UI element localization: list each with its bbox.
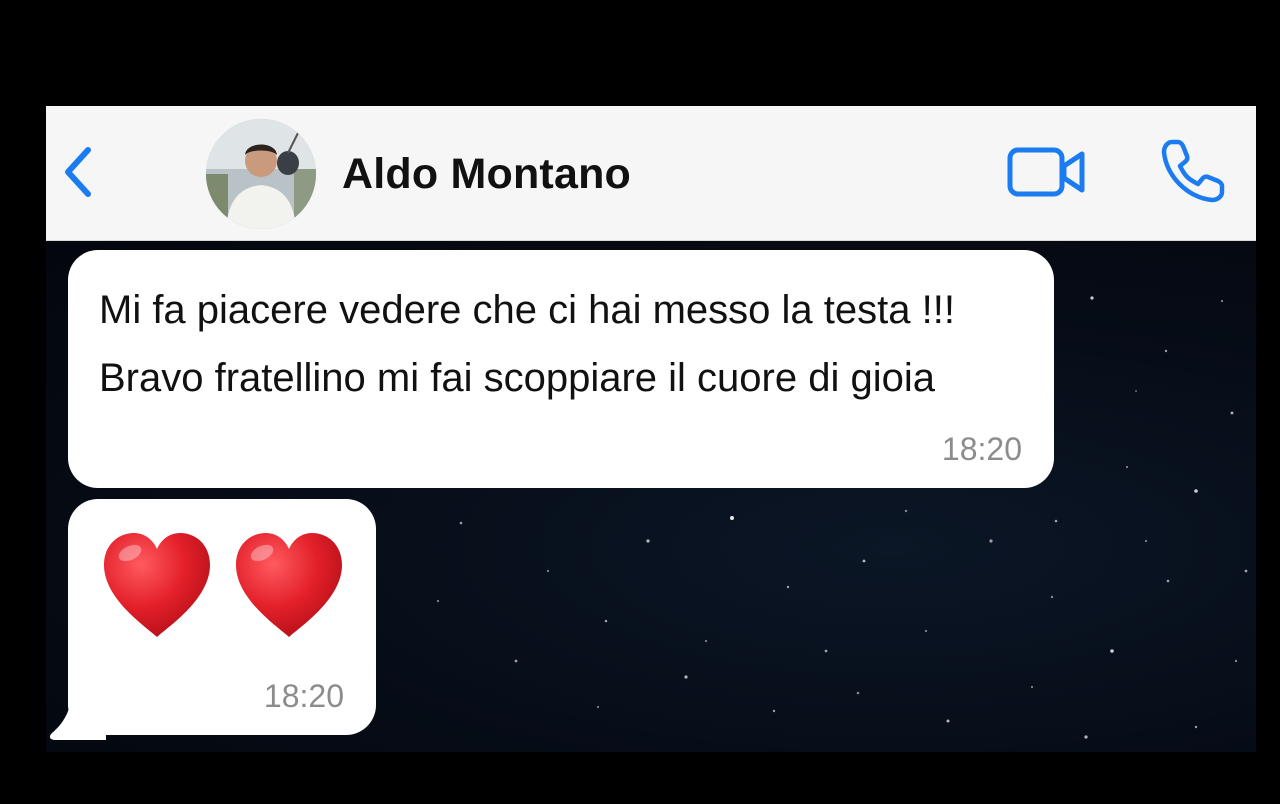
avatar[interactable] <box>206 119 316 229</box>
heart-icon <box>104 533 210 637</box>
avatar-photo <box>206 119 316 229</box>
message-area[interactable]: Mi fa piacere vedere che ci hai messo la… <box>46 241 1256 752</box>
video-camera-icon[interactable] <box>1006 144 1088 200</box>
message-text: Mi fa piacere vedere che ci hai messo la… <box>99 288 955 400</box>
message-timestamp: 18:20 <box>941 431 1022 467</box>
hearts-emoji <box>104 533 342 637</box>
contact-name[interactable]: Aldo Montano <box>342 150 631 199</box>
message-bubble[interactable]: 18:20 <box>68 499 376 735</box>
message-bubble[interactable]: Mi fa piacere vedere che ci hai messo la… <box>68 250 1054 488</box>
phone-icon[interactable] <box>1158 136 1228 206</box>
message-timestamp: 18:20 <box>263 678 344 714</box>
chevron-left-icon[interactable] <box>58 142 98 202</box>
chat-window: Aldo Montano Mi fa piacere vedere che ci… <box>46 106 1256 752</box>
chat-header: Aldo Montano <box>46 106 1256 241</box>
heart-icon <box>236 533 342 637</box>
